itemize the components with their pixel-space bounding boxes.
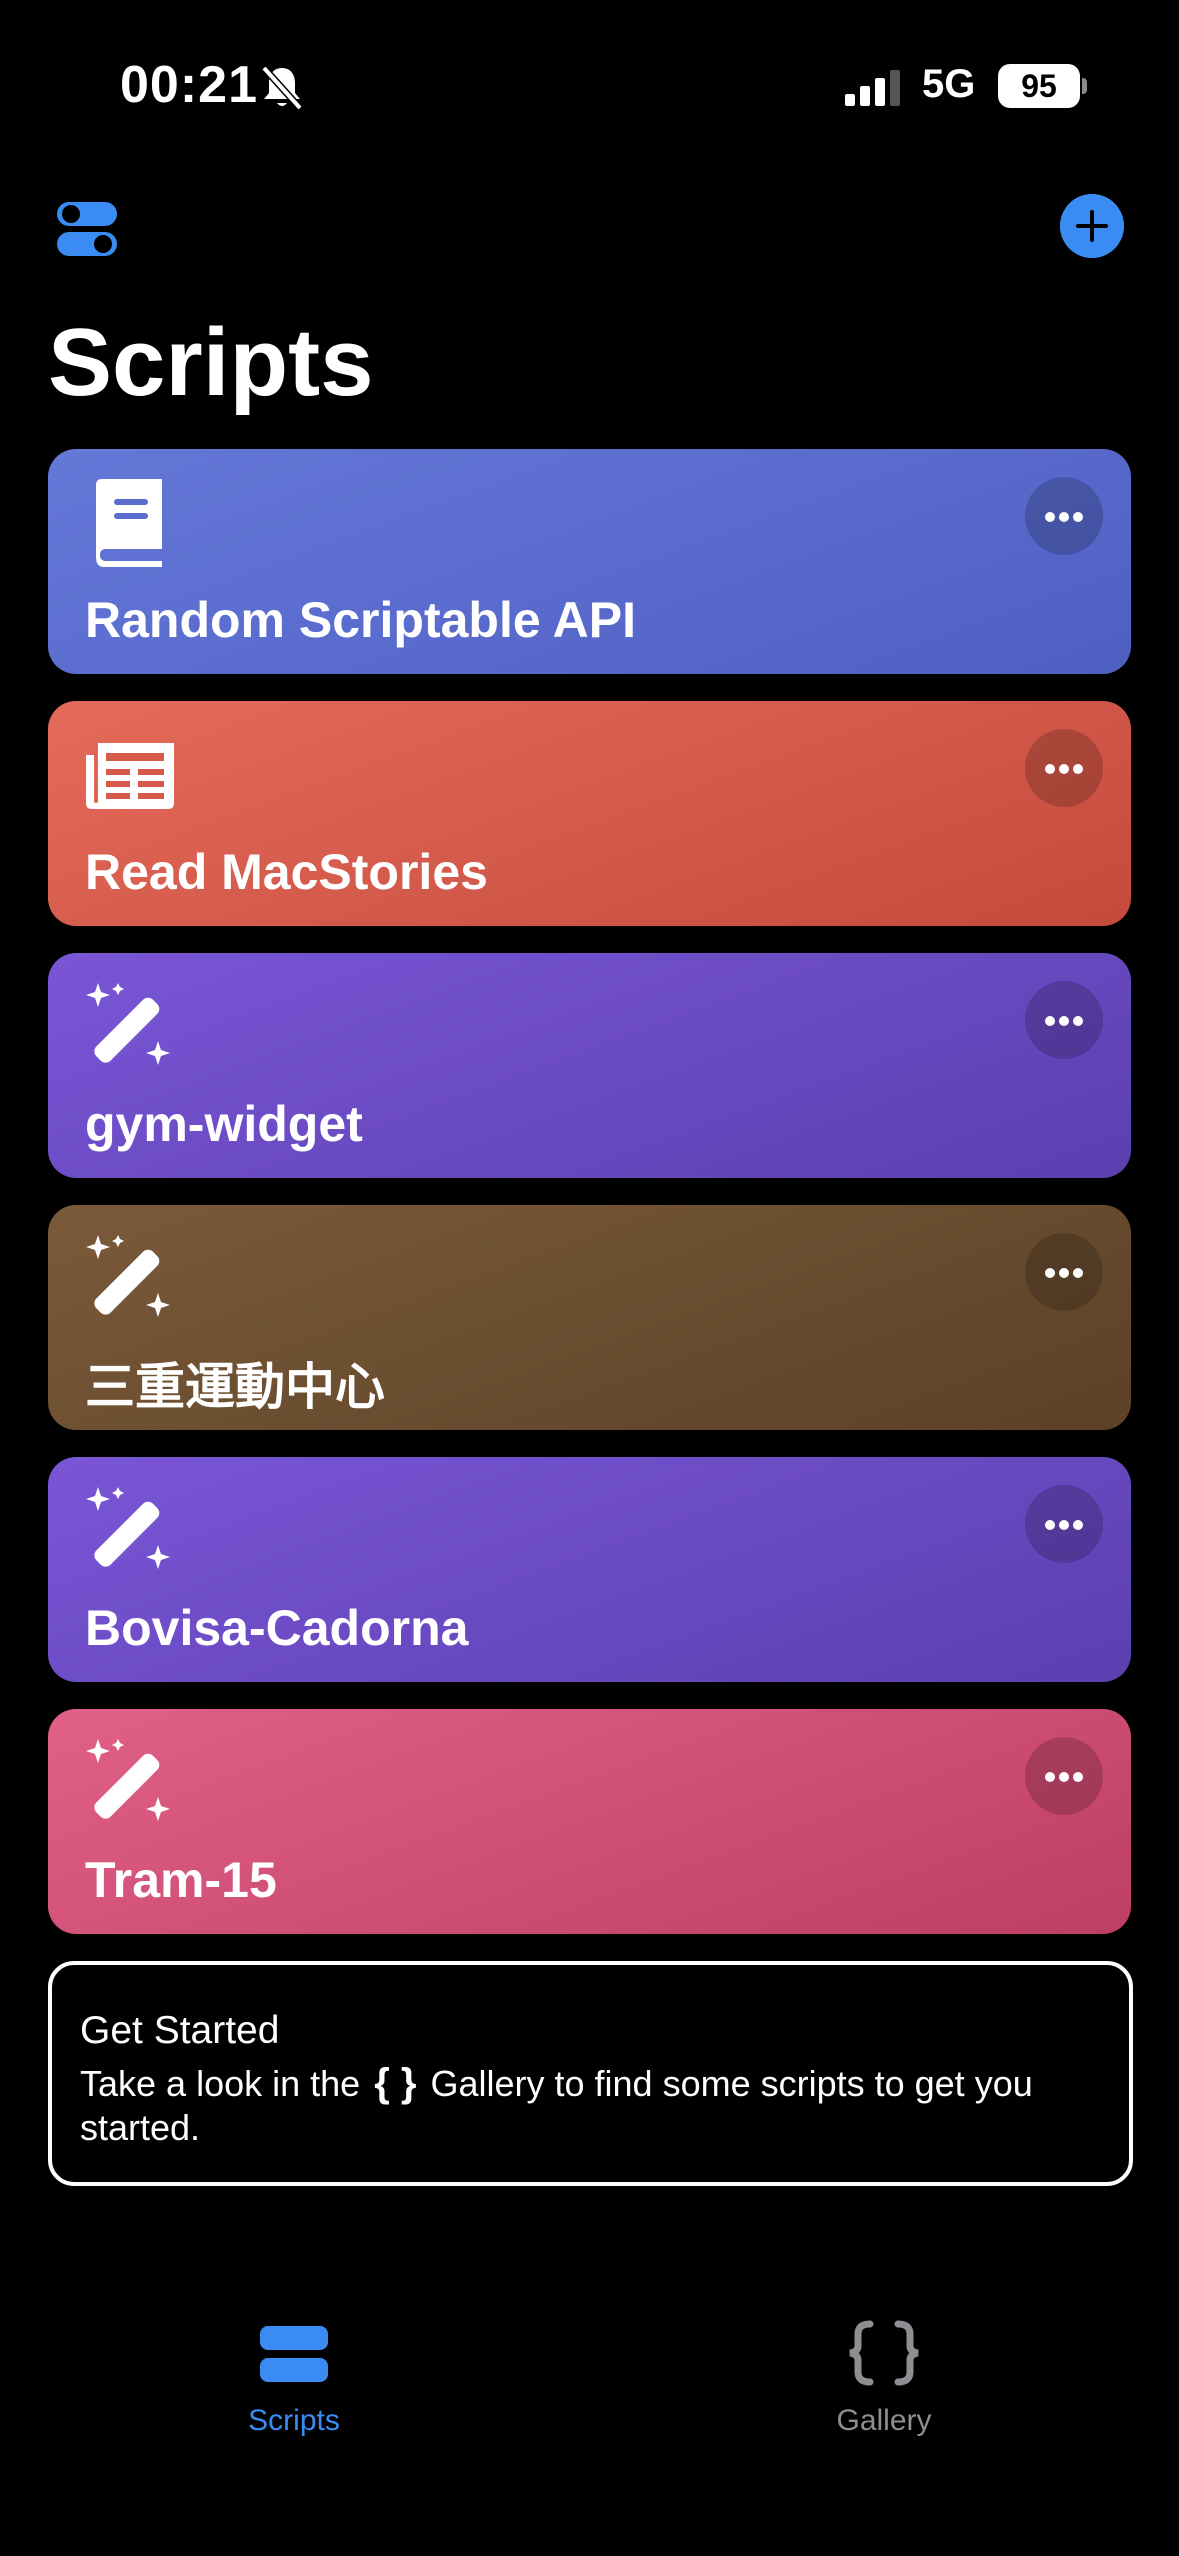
more-options-button[interactable] (1025, 1737, 1103, 1815)
magic-wand-icon (86, 1487, 170, 1569)
battery-level: 95 (998, 64, 1080, 108)
network-type: 5G (922, 62, 976, 106)
more-options-button[interactable] (1025, 981, 1103, 1059)
book-icon (96, 479, 162, 567)
add-script-button[interactable] (1060, 194, 1124, 258)
magic-wand-icon (86, 1739, 170, 1821)
braces-icon: { } (374, 2061, 417, 2105)
script-name: Tram-15 (85, 1852, 277, 1908)
script-name: Bovisa-Cadorna (85, 1600, 469, 1656)
toggles-button[interactable] (55, 196, 119, 260)
status-bar: 00:21 5G 95 (0, 0, 1179, 180)
newspaper-icon (86, 743, 174, 809)
script-card[interactable]: Read MacStories (48, 701, 1131, 926)
script-card[interactable]: gym-widget (48, 953, 1131, 1178)
get-started-text: Take a look in the { } Gallery to find s… (80, 2061, 1060, 2150)
script-card[interactable]: Random Scriptable API (48, 449, 1131, 674)
get-started-text-before: Take a look in the (80, 2063, 361, 2104)
get-started-title: Get Started (80, 2009, 280, 2052)
script-card[interactable]: 三重運動中心 (48, 1205, 1131, 1430)
tab-label: Gallery (836, 2404, 932, 2437)
script-name: Random Scriptable API (85, 592, 637, 648)
page-title: Scripts (48, 309, 374, 416)
magic-wand-icon (86, 983, 170, 1065)
get-started-box: Get Started Take a look in the { } Galle… (48, 1961, 1133, 2186)
tab-label: Scripts (248, 2404, 340, 2437)
script-name: 三重運動中心 (85, 1359, 385, 1415)
braces-icon (849, 2320, 919, 2386)
more-options-button[interactable] (1025, 1485, 1103, 1563)
more-options-button[interactable] (1025, 1233, 1103, 1311)
tab-scripts[interactable]: Scripts (174, 2320, 414, 2438)
script-name: Read MacStories (85, 844, 488, 900)
battery-tip (1082, 78, 1087, 94)
magic-wand-icon (86, 1235, 170, 1317)
more-options-button[interactable] (1025, 477, 1103, 555)
stack-icon (260, 2326, 328, 2382)
bell-slash-icon (261, 65, 303, 111)
more-options-button[interactable] (1025, 729, 1103, 807)
tab-gallery[interactable]: Gallery (764, 2320, 1004, 2438)
script-name: gym-widget (85, 1096, 363, 1152)
script-card[interactable]: Tram-15 (48, 1709, 1131, 1934)
status-time: 00:21 (120, 56, 258, 114)
script-card[interactable]: Bovisa-Cadorna (48, 1457, 1131, 1682)
signal-icon (845, 70, 900, 106)
